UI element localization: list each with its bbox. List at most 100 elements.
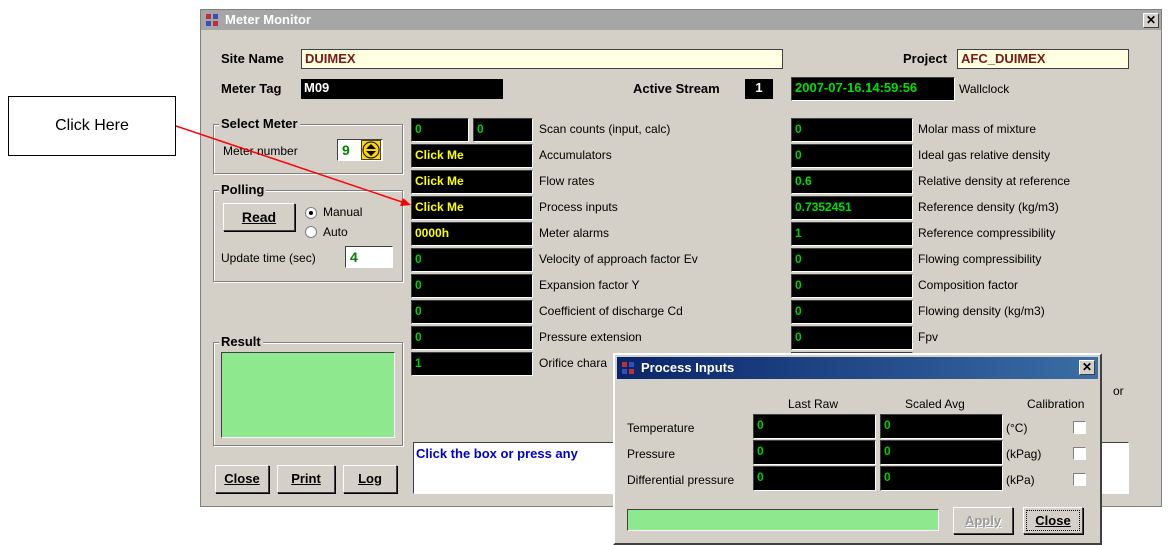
flowing-density-value: 0	[791, 300, 913, 324]
fpv-value: 0	[791, 326, 913, 350]
app-icon	[206, 14, 218, 26]
differential-pressure-raw: 0	[753, 466, 876, 491]
project-field[interactable]: AFC_DUIMEX	[957, 49, 1129, 69]
col-calibration: Calibration	[1027, 397, 1085, 411]
main-title-bar: Meter Monitor	[201, 10, 1161, 30]
message-text: Click the box or press any	[416, 446, 578, 461]
pressure-label: Pressure	[627, 447, 676, 461]
pressure-unit: (kPag)	[1006, 447, 1042, 461]
temperature-unit: (°C)	[1006, 421, 1028, 435]
scan-count-input: 0	[411, 118, 469, 142]
col-scaled-avg: Scaled Avg	[905, 397, 965, 411]
flowing-compressibility-value: 0	[791, 248, 913, 272]
scan-counts-label: Scan counts (input, calc)	[539, 122, 671, 136]
meter-number-value: 9	[342, 142, 350, 158]
auto-label: Auto	[323, 225, 348, 239]
expansion-factor-label: Expansion factor Y	[539, 278, 640, 292]
molar-mass-value: 0	[791, 118, 913, 142]
differential-pressure-label: Differential pressure	[627, 473, 735, 487]
site-name-field[interactable]: DUIMEX	[301, 49, 783, 69]
molar-mass-label: Molar mass of mixture	[918, 122, 1037, 136]
col-last-raw: Last Raw	[788, 397, 839, 411]
main-close-icon[interactable]: ✕	[1143, 13, 1159, 28]
wallclock-label: Wallclock	[959, 82, 1010, 96]
process-inputs-label: Process inputs	[539, 200, 618, 214]
dialog-app-icon	[622, 362, 634, 374]
flowing-compressibility-label: Flowing compressibility	[918, 252, 1042, 266]
print-button[interactable]: Print	[277, 465, 335, 493]
relative-density-value: 0.6	[791, 170, 913, 194]
site-name-label: Site Name	[221, 51, 284, 66]
fpv-label: Fpv	[918, 330, 939, 344]
expansion-factor-value: 0	[411, 274, 533, 298]
relative-density-label: Relative density at reference	[918, 174, 1071, 188]
accumulators-label: Accumulators	[539, 148, 612, 162]
update-time-value: 4	[350, 249, 358, 265]
reference-compressibility-label: Reference compressibility	[918, 226, 1056, 240]
temperature-scaled: 0	[880, 414, 1003, 439]
pressure-extension-value: 0	[411, 326, 533, 350]
dialog-close-icon[interactable]: ✕	[1079, 360, 1095, 375]
ideal-gas-density-label: Ideal gas relative density	[918, 148, 1051, 162]
flow-rates-label: Flow rates	[539, 174, 595, 188]
pressure-scaled: 0	[880, 440, 1003, 465]
close-button[interactable]: Close	[215, 465, 269, 493]
discharge-coefficient-value: 0	[411, 300, 533, 324]
update-time-field[interactable]: 4	[345, 246, 393, 268]
flowing-density-label: Flowing density (kg/m3)	[918, 304, 1045, 318]
project-label: Project	[903, 51, 948, 66]
temperature-calibration-checkbox[interactable]	[1073, 421, 1086, 434]
composition-factor-label: Composition factor	[918, 278, 1019, 292]
active-stream-value: 1	[745, 79, 773, 99]
scan-count-calc: 0	[473, 118, 533, 142]
pressure-calibration-checkbox[interactable]	[1073, 447, 1086, 460]
pressure-extension-label: Pressure extension	[539, 330, 642, 344]
temperature-raw: 0	[753, 414, 876, 439]
flow-rates-value[interactable]: Click Me	[411, 170, 533, 194]
process-inputs-title-bar: Process Inputs	[617, 357, 1098, 379]
accumulators-value[interactable]: Click Me	[411, 144, 533, 168]
reference-density-label: Reference density (kg/m3)	[918, 200, 1059, 214]
read-button[interactable]: Read	[223, 203, 295, 231]
result-display	[221, 352, 395, 438]
composition-factor-value: 0	[791, 274, 913, 298]
meter-number-spinner-icon[interactable]	[361, 140, 381, 160]
differential-pressure-scaled: 0	[880, 466, 1003, 491]
wallclock-value: 2007-07-16.14:59:56	[791, 77, 955, 101]
meter-alarms-label: Meter alarms	[539, 226, 610, 240]
process-inputs-title: Process Inputs	[641, 360, 735, 375]
update-time-label: Update time (sec)	[221, 251, 316, 265]
orifice-label: Orifice chara	[539, 356, 608, 370]
process-inputs-value[interactable]: Click Me	[411, 196, 533, 220]
partial-right-label: or	[1113, 384, 1124, 398]
temperature-label: Temperature	[627, 421, 695, 435]
log-button[interactable]: Log	[343, 465, 397, 493]
process-inputs-dialog: Process Inputs ✕ Last Raw Scaled Avg Cal…	[613, 353, 1102, 545]
pressure-raw: 0	[753, 440, 876, 465]
callout-box: Click Here	[8, 96, 176, 156]
velocity-factor-value: 0	[411, 248, 533, 272]
manual-label: Manual	[323, 205, 363, 219]
meter-tag-field[interactable]: M09	[301, 79, 503, 99]
discharge-coefficient-label: Coefficient of discharge Cd	[539, 304, 683, 318]
main-window-title: Meter Monitor	[225, 12, 311, 27]
active-stream-label: Active Stream	[633, 81, 720, 96]
differential-pressure-calibration-checkbox[interactable]	[1073, 473, 1086, 486]
auto-radio[interactable]	[305, 226, 317, 238]
dialog-status-bar	[627, 509, 939, 531]
velocity-factor-label: Velocity of approach factor Ev	[539, 252, 698, 266]
reference-density-value: 0.7352451	[791, 196, 913, 220]
apply-button[interactable]: Apply	[953, 507, 1013, 534]
select-meter-title: Select Meter	[219, 116, 300, 131]
polling-title: Polling	[219, 182, 267, 197]
differential-pressure-unit: (kPa)	[1006, 473, 1035, 487]
manual-radio[interactable]	[305, 207, 317, 219]
callout-text: Click Here	[55, 117, 129, 134]
orifice-value: 1	[411, 352, 533, 376]
meter-number-label: Meter number	[223, 144, 298, 158]
reference-compressibility-value: 1	[791, 222, 913, 246]
dialog-close-button[interactable]: Close	[1023, 507, 1083, 534]
meter-tag-label: Meter Tag	[221, 81, 282, 96]
result-title: Result	[219, 334, 263, 349]
ideal-gas-density-value: 0	[791, 144, 913, 168]
